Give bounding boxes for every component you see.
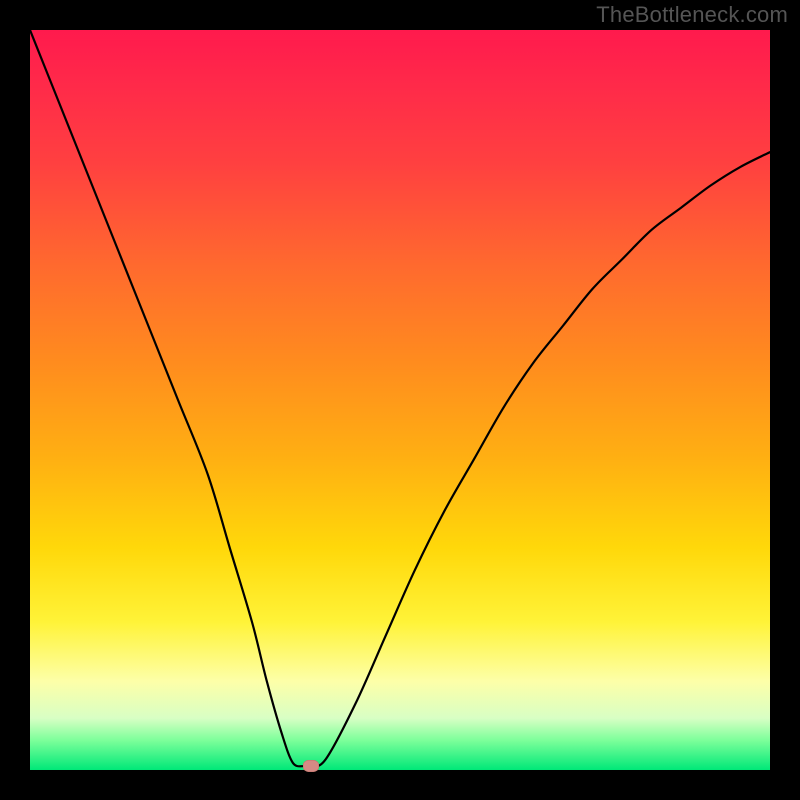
plot-area (30, 30, 770, 770)
watermark-text: TheBottleneck.com (596, 2, 788, 28)
optimal-point-marker (303, 760, 319, 772)
bottleneck-curve (30, 30, 770, 767)
chart-frame: TheBottleneck.com (0, 0, 800, 800)
curve-svg (30, 30, 770, 770)
